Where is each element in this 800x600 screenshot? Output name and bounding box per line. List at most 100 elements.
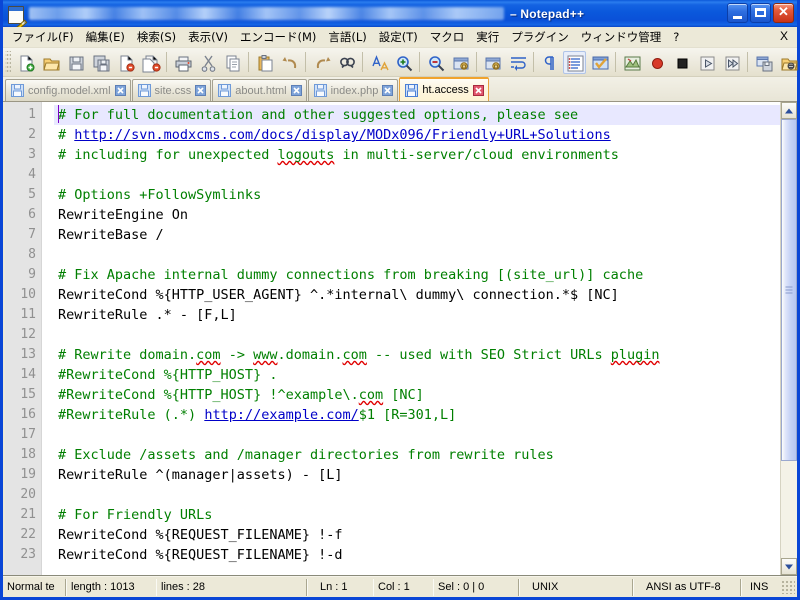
copy-icon[interactable] — [221, 51, 244, 74]
paste-icon[interactable] — [253, 51, 276, 74]
code-line[interactable]: # For Friendly URLs — [54, 505, 780, 525]
save-all-icon[interactable] — [89, 51, 112, 74]
close-tab-icon[interactable] — [382, 85, 394, 96]
stop-recording-macro-icon[interactable] — [670, 51, 693, 74]
code-line[interactable]: RewriteCond %{HTTP_USER_AGENT} ^.*intern… — [54, 285, 780, 305]
code-line[interactable]: # For full documentation and other sugge… — [54, 105, 780, 125]
code-line[interactable]: RewriteCond %{REQUEST_FILENAME} !-d — [54, 545, 780, 565]
menu-item-11[interactable]: ウィンドウ管理 — [575, 27, 668, 48]
save-disk-icon — [405, 83, 419, 97]
zoom-out-icon[interactable] — [424, 51, 447, 74]
code-line[interactable]: # Options +FollowSymlinks — [54, 185, 780, 205]
code-line[interactable]: #RewriteCond %{HTTP_HOST} !^example\.com… — [54, 385, 780, 405]
fold-margin[interactable] — [41, 102, 54, 575]
indent-guide-icon[interactable] — [563, 50, 586, 74]
code-line[interactable]: # http://svn.modxcms.com/docs/display/MO… — [54, 125, 780, 145]
code-line[interactable] — [54, 245, 780, 265]
menu-item-9[interactable]: 実行 — [470, 27, 505, 48]
code-line[interactable]: # Rewrite domain.com -> www.domain.com -… — [54, 345, 780, 365]
code-line[interactable]: RewriteRule .* - [F,L] — [54, 305, 780, 325]
scroll-thumb[interactable] — [781, 119, 797, 462]
code-hyperlink[interactable]: http://example.com/ — [204, 407, 358, 423]
code-line[interactable]: #RewriteRule (.*) http://example.com/$1 … — [54, 405, 780, 425]
open-file-icon[interactable] — [39, 51, 62, 74]
toolbar-separator — [362, 52, 363, 72]
code-line[interactable] — [54, 325, 780, 345]
menu-item-2[interactable]: 編集(E) — [80, 27, 131, 48]
cut-icon[interactable] — [196, 51, 219, 74]
tab-label: about.html — [235, 84, 287, 97]
play-macro-icon[interactable] — [695, 51, 718, 74]
close-all-files-icon[interactable] — [139, 51, 162, 74]
document-map-icon[interactable] — [620, 51, 643, 74]
vertical-scrollbar[interactable] — [780, 102, 797, 575]
code-line[interactable] — [54, 485, 780, 505]
user-defined-dialog-icon[interactable] — [588, 51, 611, 74]
sync-vertical-scroll-icon[interactable] — [449, 51, 472, 74]
toolbar-grip[interactable] — [5, 51, 11, 73]
word-wrap-icon[interactable] — [506, 51, 529, 74]
save-icon[interactable] — [64, 51, 87, 74]
code-line[interactable]: RewriteCond %{REQUEST_FILENAME} !-f — [54, 525, 780, 545]
code-line[interactable]: RewriteBase / — [54, 225, 780, 245]
show-all-characters-icon[interactable] — [538, 51, 561, 74]
undo-icon[interactable] — [278, 51, 301, 74]
zoom-in-icon[interactable] — [392, 51, 415, 74]
print-icon[interactable] — [171, 51, 194, 74]
close-button[interactable]: ✕ — [773, 3, 794, 23]
code-line[interactable] — [54, 165, 780, 185]
scroll-track[interactable] — [781, 119, 797, 558]
text-caret — [58, 105, 59, 123]
menu-item-6[interactable]: 言語(L) — [322, 27, 372, 48]
close-tab-icon[interactable] — [472, 84, 484, 96]
resize-grip[interactable] — [781, 580, 795, 594]
close-file-icon[interactable] — [114, 51, 137, 74]
tab-ht-access[interactable]: ht.access — [399, 77, 489, 101]
find-icon[interactable] — [335, 51, 358, 74]
code-text-area[interactable]: # For full documentation and other sugge… — [54, 102, 780, 575]
line-number: 23 — [20, 547, 36, 562]
maximize-button[interactable] — [750, 3, 771, 23]
new-file-icon[interactable] — [14, 51, 37, 74]
code-line[interactable]: # including for unexpected logouts in mu… — [54, 145, 780, 165]
code-segment: plugin — [610, 347, 660, 363]
close-document-button[interactable]: X — [777, 29, 791, 43]
scroll-up-button[interactable] — [781, 102, 797, 119]
replace-icon[interactable] — [367, 51, 390, 74]
tab-config-model-xml[interactable]: config.model.xml — [5, 79, 131, 101]
code-line[interactable]: # Fix Apache internal dummy connections … — [54, 265, 780, 285]
close-tab-icon[interactable] — [114, 85, 126, 96]
run-macro-multiple-icon[interactable] — [720, 51, 743, 74]
menu-item-10[interactable]: プラグイン — [505, 27, 575, 48]
menu-item-8[interactable]: マクロ — [424, 27, 471, 48]
menu-item-3[interactable]: 検索(S) — [131, 27, 182, 48]
scroll-down-button[interactable] — [781, 558, 797, 575]
menu-item-7[interactable]: 設定(T) — [373, 27, 424, 48]
menu-item-12[interactable]: ? — [667, 28, 685, 47]
sync-horizontal-scroll-icon[interactable] — [481, 51, 504, 74]
save-macro-icon[interactable] — [752, 51, 775, 74]
window-controls: ✕ — [727, 3, 794, 23]
code-line[interactable]: #RewriteCond %{HTTP_HOST} . — [54, 365, 780, 385]
record-macro-icon[interactable] — [645, 51, 668, 74]
close-tab-icon[interactable] — [195, 85, 207, 96]
menu-item-5[interactable]: エンコード(M) — [234, 27, 322, 48]
close-tab-icon[interactable] — [290, 85, 302, 96]
window-title: – Notepad++ — [510, 6, 585, 21]
code-segment: in multi-server/cloud environments — [334, 147, 619, 163]
code-line[interactable]: RewriteEngine On — [54, 205, 780, 225]
line-number: 2 — [28, 127, 36, 142]
menu-item-4[interactable]: 表示(V) — [182, 27, 234, 48]
redo-icon[interactable] — [310, 51, 333, 74]
tab-site-css[interactable]: site.css — [131, 79, 212, 101]
run-icon[interactable] — [777, 51, 800, 74]
tab-about-html[interactable]: about.html — [212, 79, 307, 101]
line-number: 14 — [20, 367, 36, 382]
tab-index-php[interactable]: index.php — [307, 79, 399, 101]
code-line[interactable]: RewriteRule ^(manager|assets) - [L] — [54, 465, 780, 485]
minimize-button[interactable] — [727, 3, 748, 23]
code-line[interactable]: # Exclude /assets and /manager directori… — [54, 445, 780, 465]
code-hyperlink[interactable]: http://svn.modxcms.com/docs/display/MODx… — [74, 127, 610, 143]
code-line[interactable] — [54, 425, 780, 445]
menu-item-1[interactable]: ファイル(F) — [6, 27, 80, 48]
